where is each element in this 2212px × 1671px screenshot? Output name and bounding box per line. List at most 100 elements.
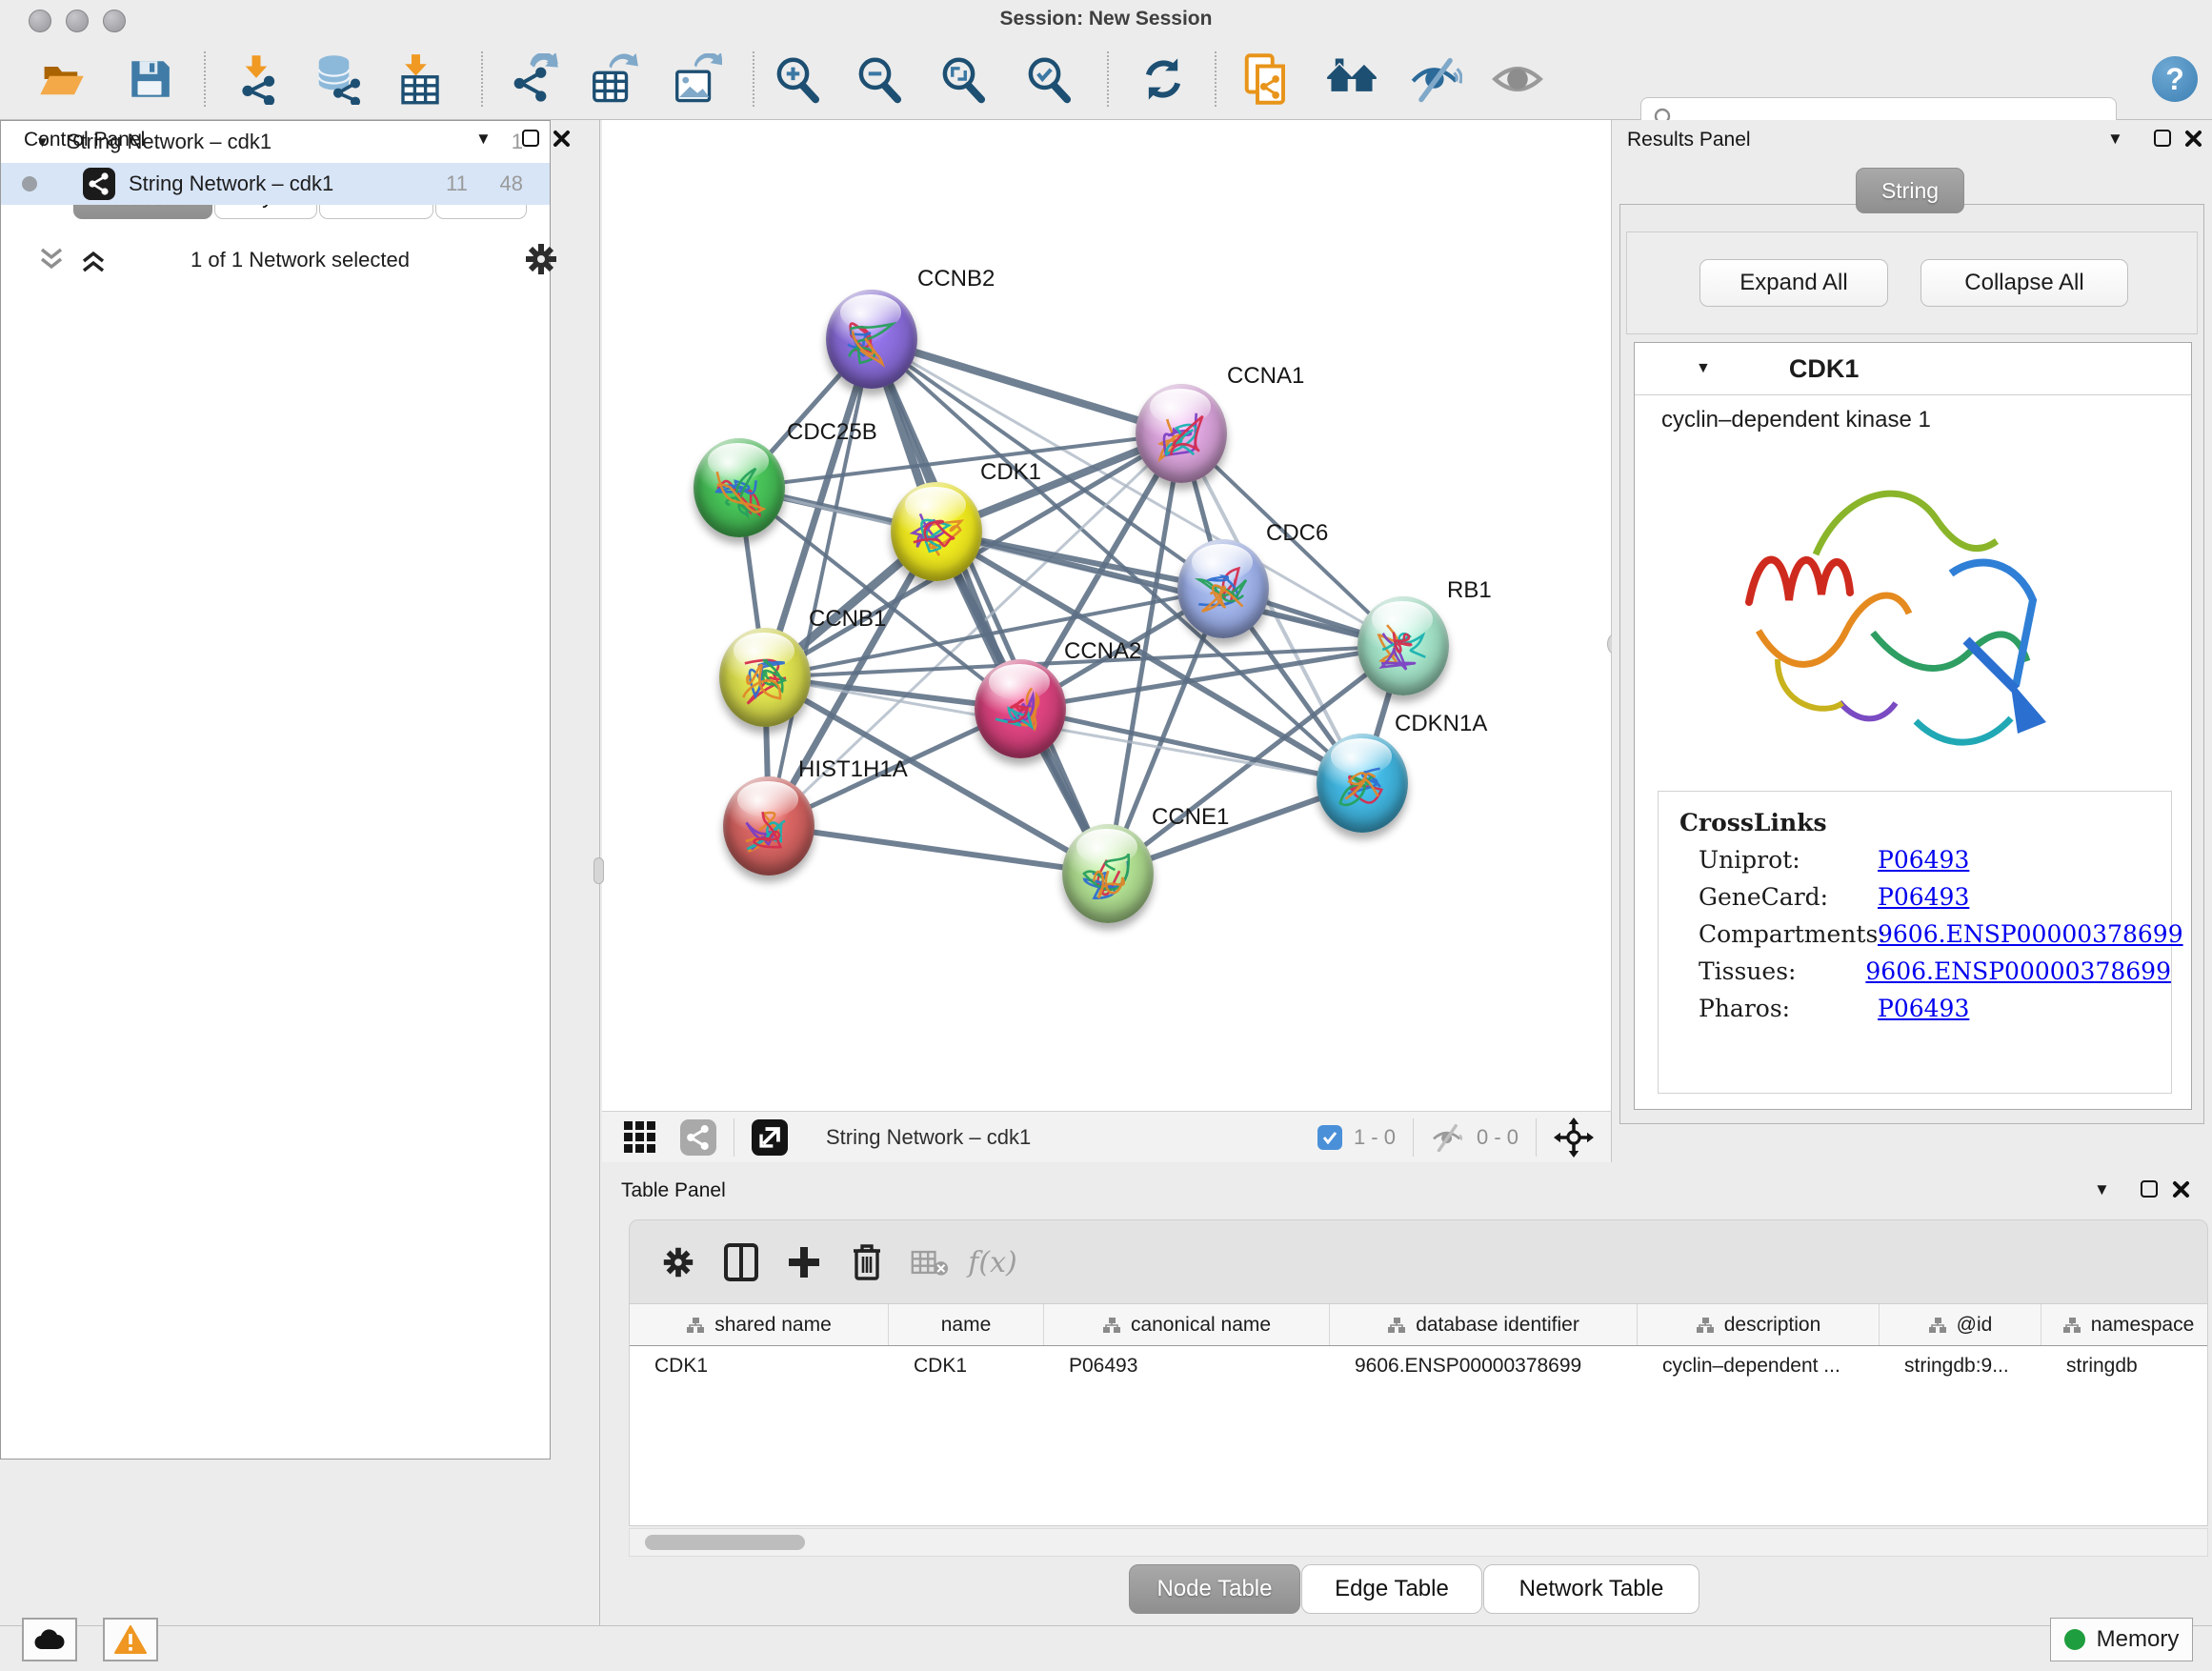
network-row[interactable]: String Network – cdk1 11 48	[1, 163, 550, 205]
help-button[interactable]: ?	[2147, 51, 2202, 107]
node-RB1[interactable]	[1357, 596, 1449, 695]
network-view-canvas[interactable]: CCNB2CCNA1CDC25BCDK1CDC6RB1CCNB1CCNA2CDK…	[602, 120, 1612, 1111]
control-panel-close-icon[interactable]	[553, 130, 571, 148]
cell-namespace: stringdb	[2041, 1346, 2208, 1386]
zoom-selected-button[interactable]	[1021, 51, 1076, 107]
cloud-status-button[interactable]	[22, 1618, 77, 1661]
column-header-sharedname[interactable]: shared name	[630, 1304, 889, 1346]
refresh-button[interactable]	[1136, 51, 1191, 107]
save-session-button[interactable]	[122, 51, 177, 107]
node-count: 11	[446, 171, 468, 196]
section-collapse-triangle-icon[interactable]: ▼	[1696, 360, 1711, 377]
add-column-button[interactable]	[773, 1234, 835, 1291]
pan-crosshair-icon[interactable]	[1554, 1117, 1594, 1158]
protein-thumbnail-CDC6	[1177, 539, 1269, 638]
column-header-canonicalname[interactable]: canonical name	[1044, 1304, 1330, 1346]
show-graphics-details-button[interactable]	[1490, 51, 1545, 107]
node-CDC25B[interactable]	[694, 438, 785, 537]
function-builder-button[interactable]: f(x)	[961, 1234, 1024, 1291]
crosslink-value-link[interactable]: P06493	[1878, 883, 1969, 911]
node-CCNB1[interactable]	[719, 628, 811, 727]
tab-edge-table[interactable]: Edge Table	[1301, 1564, 1482, 1614]
eye-slash-icon	[1409, 52, 1462, 106]
options-gear-icon[interactable]	[522, 240, 560, 278]
hidden-eye-slash-icon[interactable]	[1431, 1123, 1465, 1152]
main-toolbar: ?	[0, 38, 2212, 120]
zoom-fit-button[interactable]	[935, 51, 991, 107]
table-horizontal-scrollbar[interactable]	[629, 1528, 2208, 1557]
table-panel-close-icon[interactable]	[2172, 1180, 2190, 1198]
export-network-button[interactable]	[507, 51, 562, 107]
crosslink-value-link[interactable]: P06493	[1878, 846, 1969, 874]
zoom-out-button[interactable]	[852, 51, 907, 107]
results-panel-collapse-icon[interactable]: ▼	[2107, 131, 2123, 147]
node-HIST1H1A[interactable]	[723, 776, 814, 876]
table-panel-collapse-icon[interactable]: ▼	[2094, 1181, 2110, 1198]
gene-section-header[interactable]: ▼ CDK1	[1635, 343, 2191, 395]
results-panel-close-icon[interactable]	[2184, 130, 2202, 148]
cell-canonicalname: P06493	[1044, 1346, 1330, 1386]
network-row-label: String Network – cdk1	[129, 171, 333, 196]
node-label-RB1: RB1	[1447, 577, 1492, 604]
grid-layout-icon[interactable]	[623, 1120, 657, 1155]
edge-CCNB2-CCNE1[interactable]	[872, 339, 1108, 874]
crosslink-label: GeneCard:	[1699, 883, 1878, 911]
hide-panels-button[interactable]	[1408, 51, 1463, 107]
node-CCNA1[interactable]	[1136, 384, 1227, 483]
left-splitter-handle[interactable]	[593, 857, 604, 884]
string-style-icon[interactable]	[680, 1119, 716, 1156]
column-header-label: @id	[1957, 1314, 1993, 1337]
results-panel-float-icon[interactable]	[2154, 130, 2171, 147]
node-CDC6[interactable]	[1177, 539, 1269, 638]
delete-column-button[interactable]	[835, 1234, 898, 1291]
open-session-button[interactable]	[34, 51, 90, 107]
show-columns-button[interactable]	[710, 1234, 773, 1291]
copy-document-icon	[1240, 53, 1292, 105]
crosslink-value-link[interactable]: 9606.ENSP00000378699	[1865, 957, 2171, 985]
warning-status-button[interactable]	[103, 1618, 158, 1661]
protein-thumbnail-CDK1	[891, 482, 982, 581]
table-settings-button[interactable]	[647, 1234, 710, 1291]
node-CCNB2[interactable]	[826, 290, 917, 389]
memory-button[interactable]: Memory	[2050, 1618, 2193, 1661]
gear-icon	[660, 1244, 696, 1280]
open-in-window-icon[interactable]	[752, 1119, 788, 1156]
tab-node-table[interactable]: Node Table	[1129, 1564, 1300, 1614]
column-header-databaseidentifier[interactable]: database identifier	[1330, 1304, 1638, 1346]
tab-string[interactable]: String	[1856, 168, 1964, 213]
cell-sharedname: CDK1	[630, 1346, 889, 1386]
edge-CCNB2-HIST1H1A[interactable]	[769, 339, 872, 826]
column-header-name[interactable]: name	[889, 1304, 1044, 1346]
node-CCNE1[interactable]	[1062, 824, 1154, 923]
collapse-all-button[interactable]: Collapse All	[1920, 259, 2128, 307]
import-table-button[interactable]	[392, 51, 448, 107]
delete-table-button[interactable]	[898, 1234, 961, 1291]
expand-all-button[interactable]: Expand All	[1699, 259, 1888, 307]
tree-expand-triangle-icon[interactable]: ▼	[35, 134, 50, 151]
crosslink-value-link[interactable]: 9606.ENSP00000378699	[1878, 920, 2183, 948]
column-header-description[interactable]: description	[1638, 1304, 1880, 1346]
column-header-id[interactable]: @id	[1880, 1304, 2041, 1346]
show-all-panels-button[interactable]	[1324, 51, 1379, 107]
crosslink-value-link[interactable]: P06493	[1878, 995, 1969, 1022]
selected-checkbox[interactable]	[1317, 1125, 1342, 1150]
network-collection-row[interactable]: ▼ String Network – cdk1 1	[1, 121, 550, 163]
results-button-bar: Expand All Collapse All	[1626, 232, 2198, 334]
export-table-button[interactable]	[586, 51, 641, 107]
import-network-from-database-button[interactable]	[311, 51, 366, 107]
network-collection-label: String Network – cdk1	[67, 130, 271, 154]
node-CDKN1A[interactable]	[1317, 734, 1408, 833]
tab-network-table[interactable]: Network Table	[1483, 1564, 1699, 1614]
horizontal-splitter[interactable]	[600, 1162, 2212, 1174]
node-CCNA2[interactable]	[975, 659, 1066, 758]
scrollbar-thumb[interactable]	[645, 1535, 805, 1550]
export-image-button[interactable]	[669, 51, 724, 107]
zoom-in-button[interactable]	[770, 51, 825, 107]
node-CDK1[interactable]	[891, 482, 982, 581]
import-network-from-file-button[interactable]	[229, 51, 284, 107]
clone-network-button[interactable]	[1238, 51, 1294, 107]
table-panel-float-icon[interactable]	[2141, 1180, 2158, 1198]
column-header-namespace[interactable]: namespace	[2041, 1304, 2208, 1346]
column-header-label: name	[941, 1314, 992, 1337]
edge-HIST1H1A-CCNE1[interactable]	[769, 826, 1108, 874]
